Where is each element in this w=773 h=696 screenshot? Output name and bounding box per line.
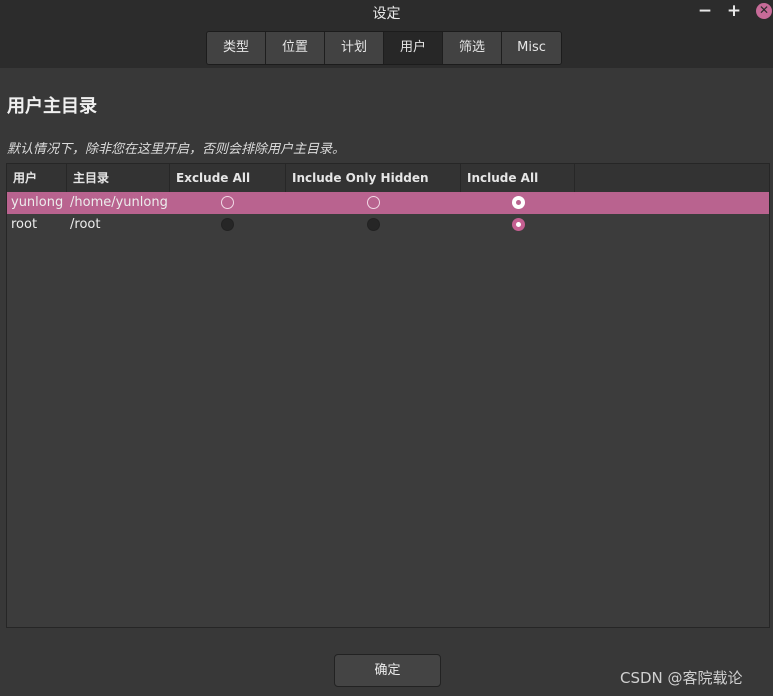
home-cell: /root — [70, 217, 101, 232]
watermark: CSDN @客院载论 — [620, 669, 743, 687]
tab-type[interactable]: 类型 — [207, 32, 266, 64]
table-header: 用户 主目录 Exclude All Files Include Only Hi… — [7, 164, 769, 213]
column-header-exclude-all[interactable]: Exclude All Files — [170, 164, 286, 213]
tab-location[interactable]: 位置 — [266, 32, 325, 64]
exclude-all-radio[interactable] — [221, 218, 234, 231]
table-row[interactable]: yunlong /home/yunlong — [7, 192, 769, 214]
section-description: 默认情况下，除非您在这里开启，否则会排除用户主目录。 — [7, 142, 346, 157]
tab-misc[interactable]: Misc — [502, 32, 561, 64]
column-header-include-all[interactable]: Include All Files — [461, 164, 575, 213]
column-header-home[interactable]: 主目录 — [67, 164, 170, 192]
ok-button[interactable]: 确定 — [334, 654, 441, 687]
title-bar: 设定 − + ✕ 类型 位置 计划 用户 筛选 Misc — [0, 0, 773, 68]
home-cell: /home/yunlong — [70, 195, 168, 210]
user-home-table[interactable]: 用户 主目录 Exclude All Files Include Only Hi… — [6, 163, 770, 628]
table-row[interactable]: root /root — [7, 214, 769, 236]
include-all-radio[interactable] — [512, 218, 525, 231]
section-heading: 用户主目录 — [7, 96, 97, 117]
tab-users[interactable]: 用户 — [384, 32, 443, 64]
exclude-all-radio[interactable] — [221, 196, 234, 209]
include-all-radio[interactable] — [512, 196, 525, 209]
tab-schedule[interactable]: 计划 — [325, 32, 384, 64]
column-header-user[interactable]: 用户 — [7, 164, 67, 192]
user-cell: yunlong — [11, 195, 64, 210]
window-title: 设定 — [372, 6, 401, 22]
maximize-icon[interactable]: + — [725, 2, 743, 20]
tab-filters[interactable]: 筛选 — [443, 32, 502, 64]
column-header-include-hidden[interactable]: Include Only Hidden Files — [286, 164, 461, 213]
include-hidden-radio[interactable] — [367, 196, 380, 209]
tab-bar: 类型 位置 计划 用户 筛选 Misc — [206, 31, 562, 65]
close-icon[interactable]: ✕ — [756, 3, 772, 19]
user-cell: root — [11, 217, 38, 232]
minimize-icon[interactable]: − — [696, 2, 714, 20]
include-hidden-radio[interactable] — [367, 218, 380, 231]
